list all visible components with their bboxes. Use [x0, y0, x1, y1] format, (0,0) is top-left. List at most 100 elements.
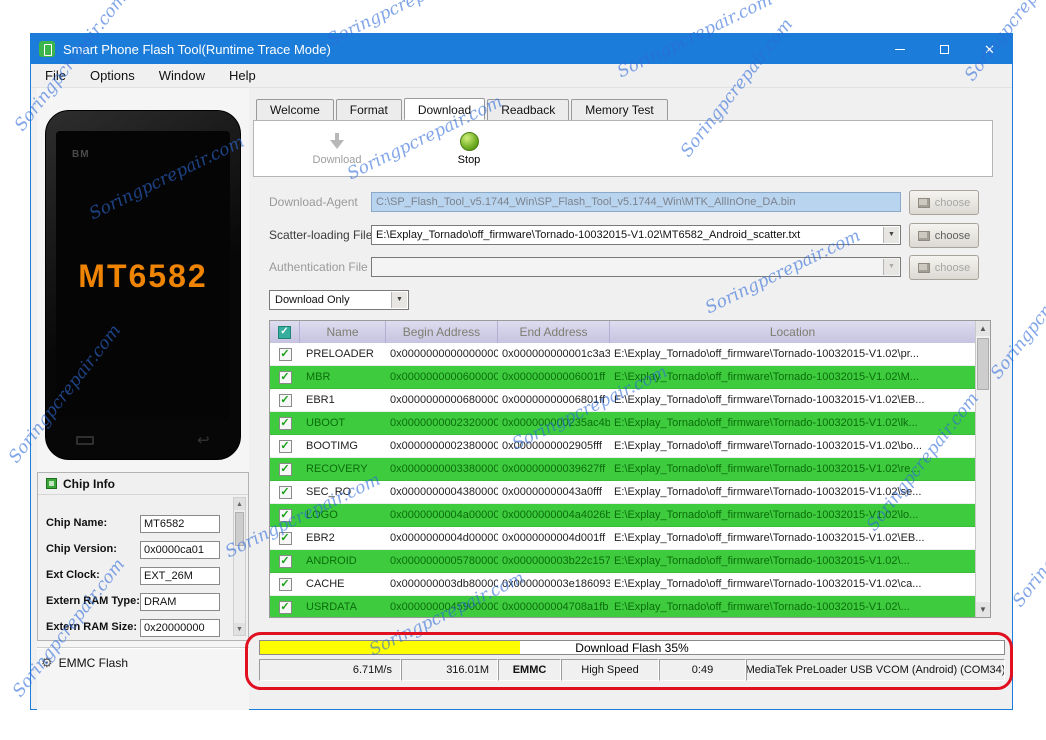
table-row[interactable]: BOOTIMG 0x0000000002380000 0x00000000029… — [270, 435, 975, 458]
phone-brand-label: BM — [72, 149, 90, 160]
scroll-down-icon[interactable]: ▼ — [976, 602, 990, 617]
table-row[interactable]: SEC_RO 0x0000000004380000 0x00000000043a… — [270, 481, 975, 504]
row-checkbox[interactable] — [270, 531, 300, 545]
title-bar[interactable]: Smart Phone Flash Tool(Runtime Trace Mod… — [31, 34, 1012, 64]
table-row[interactable]: RECOVERY 0x0000000003380000 0x0000000003… — [270, 458, 975, 481]
window-controls: ✕ — [877, 34, 1012, 64]
location: E:\Explay_Tornado\off_firmware\Tornado-1… — [614, 532, 925, 544]
scatter-choose-button[interactable]: choose — [909, 223, 979, 248]
table-row[interactable]: EBR2 0x0000000004d00000 0x0000000004d001… — [270, 527, 975, 550]
partition-name: MBR — [306, 371, 331, 383]
partition-name: SEC_RO — [306, 486, 352, 498]
row-checkbox[interactable] — [270, 600, 300, 614]
header-begin-address[interactable]: Begin Address — [386, 321, 498, 343]
stop-button-label: Stop — [457, 153, 481, 166]
tab-memory-test[interactable]: Memory Test — [571, 99, 668, 121]
location: E:\Explay_Tornado\off_firmware\Tornado-1… — [614, 463, 920, 475]
chevron-down-icon[interactable]: ▼ — [883, 259, 899, 275]
close-button[interactable]: ✕ — [967, 34, 1012, 64]
checkbox-icon — [278, 462, 292, 476]
ram-size-label: Extern RAM Size: — [46, 621, 138, 633]
tab-format[interactable]: Format — [335, 99, 402, 121]
end-address: 0x00000000006001ff — [502, 371, 606, 383]
table-row[interactable]: CACHE 0x000000003db80000 0x000000003e186… — [270, 573, 975, 596]
scrollbar-thumb[interactable] — [977, 338, 989, 390]
phone-softkeys: ↪ — [46, 429, 240, 451]
location: E:\Explay_Tornado\off_firmware\Tornado-1… — [614, 348, 919, 360]
stop-icon — [459, 131, 479, 151]
storage-type-label: EMMC Flash — [58, 656, 128, 670]
row-checkbox[interactable] — [270, 577, 300, 591]
choose-label: choose — [934, 261, 971, 274]
header-end-address[interactable]: End Address — [498, 321, 610, 343]
tab-readback[interactable]: Readback — [487, 99, 570, 121]
folder-icon — [917, 197, 930, 208]
partition-name: ANDROID — [306, 555, 357, 567]
choose-label: choose — [934, 229, 971, 242]
chip-version-value: 0x0000ca01 — [140, 541, 220, 559]
table-row[interactable]: EBR1 0x0000000000680000 0x00000000006801… — [270, 389, 975, 412]
row-checkbox[interactable] — [270, 439, 300, 453]
location: E:\Explay_Tornado\off_firmware\Tornado-1… — [614, 486, 922, 498]
begin-address: 0x000000003db80000 — [390, 578, 498, 590]
table-row[interactable]: USRDATA 0x0000000045900000 0x00000000470… — [270, 596, 975, 617]
menu-help[interactable]: Help — [229, 68, 256, 83]
progress-label: Download Flash 35% — [575, 640, 689, 655]
tab-bar: Welcome Format Download Readback Memory … — [256, 98, 670, 121]
header-location[interactable]: Location — [610, 321, 975, 343]
storage-type-row: ⚙ EMMC Flash — [41, 655, 128, 671]
row-checkbox[interactable] — [270, 485, 300, 499]
scroll-up-icon[interactable]: ▲ — [234, 498, 245, 510]
header-name[interactable]: Name — [300, 321, 386, 343]
scroll-down-icon[interactable]: ▼ — [234, 623, 245, 635]
tab-download[interactable]: Download — [403, 98, 486, 120]
row-checkbox[interactable] — [270, 347, 300, 361]
row-checkbox[interactable] — [270, 508, 300, 522]
chevron-down-icon[interactable]: ▼ — [883, 227, 899, 243]
progress-bar: Download Flash 35% — [259, 640, 1005, 655]
auth-file-combo[interactable]: ▼ — [371, 257, 901, 277]
menu-file[interactable]: File — [45, 68, 66, 83]
minimize-icon — [894, 48, 905, 50]
partition-table: Name Begin Address End Address Location … — [269, 320, 991, 618]
status-storage: EMMC — [498, 659, 561, 681]
download-agent-choose-button[interactable]: choose — [909, 190, 979, 215]
row-checkbox[interactable] — [270, 416, 300, 430]
auth-choose-button[interactable]: choose — [909, 255, 979, 280]
scroll-up-icon[interactable]: ▲ — [976, 321, 990, 336]
row-checkbox[interactable] — [270, 462, 300, 476]
maximize-button[interactable] — [922, 34, 967, 64]
minimize-button[interactable] — [877, 34, 922, 64]
table-scrollbar[interactable]: ▲ ▼ — [975, 321, 990, 617]
download-agent-field[interactable]: C:\SP_Flash_Tool_v5.1744_Win\SP_Flash_To… — [371, 192, 901, 212]
checkbox-icon — [278, 600, 292, 614]
table-row[interactable]: PRELOADER 0x0000000000000000 0x000000000… — [270, 343, 975, 366]
end-address: 0x000000000001c3a3 — [502, 348, 610, 360]
chevron-down-icon[interactable]: ▼ — [391, 292, 407, 308]
table-row[interactable]: LOGO 0x0000000004a00000 0x0000000004a402… — [270, 504, 975, 527]
scrollbar-thumb[interactable] — [235, 512, 244, 546]
table-row[interactable]: UBOOT 0x0000000002320000 0x000000000235a… — [270, 412, 975, 435]
select-all-checkbox[interactable] — [270, 321, 300, 343]
table-row[interactable]: ANDROID 0x0000000005780000 0x000000003b2… — [270, 550, 975, 573]
scatter-file-combo[interactable]: E:\Explay_Tornado\off_firmware\Tornado-1… — [371, 225, 901, 245]
download-button[interactable]: Download — [302, 131, 372, 166]
download-mode-select[interactable]: Download Only ▼ — [269, 290, 409, 310]
chip-info-scrollbar[interactable]: ▲ ▼ — [233, 497, 246, 636]
end-address: 0x00000000039627ff — [502, 463, 606, 475]
location: E:\Explay_Tornado\off_firmware\Tornado-1… — [614, 394, 925, 406]
menu-window[interactable]: Window — [159, 68, 205, 83]
download-button-label: Download — [312, 154, 362, 166]
row-checkbox[interactable] — [270, 370, 300, 384]
checkbox-icon — [278, 554, 292, 568]
row-checkbox[interactable] — [270, 393, 300, 407]
checkbox-icon — [278, 531, 292, 545]
tab-welcome[interactable]: Welcome — [256, 99, 334, 121]
status-speed: 6.71M/s — [259, 659, 401, 681]
partition-name: UBOOT — [306, 417, 346, 429]
chip-info-title: Chip Info — [63, 476, 115, 491]
table-row[interactable]: MBR 0x0000000000600000 0x00000000006001f… — [270, 366, 975, 389]
row-checkbox[interactable] — [270, 554, 300, 568]
menu-options[interactable]: Options — [90, 68, 135, 83]
stop-button[interactable]: Stop — [434, 131, 504, 166]
